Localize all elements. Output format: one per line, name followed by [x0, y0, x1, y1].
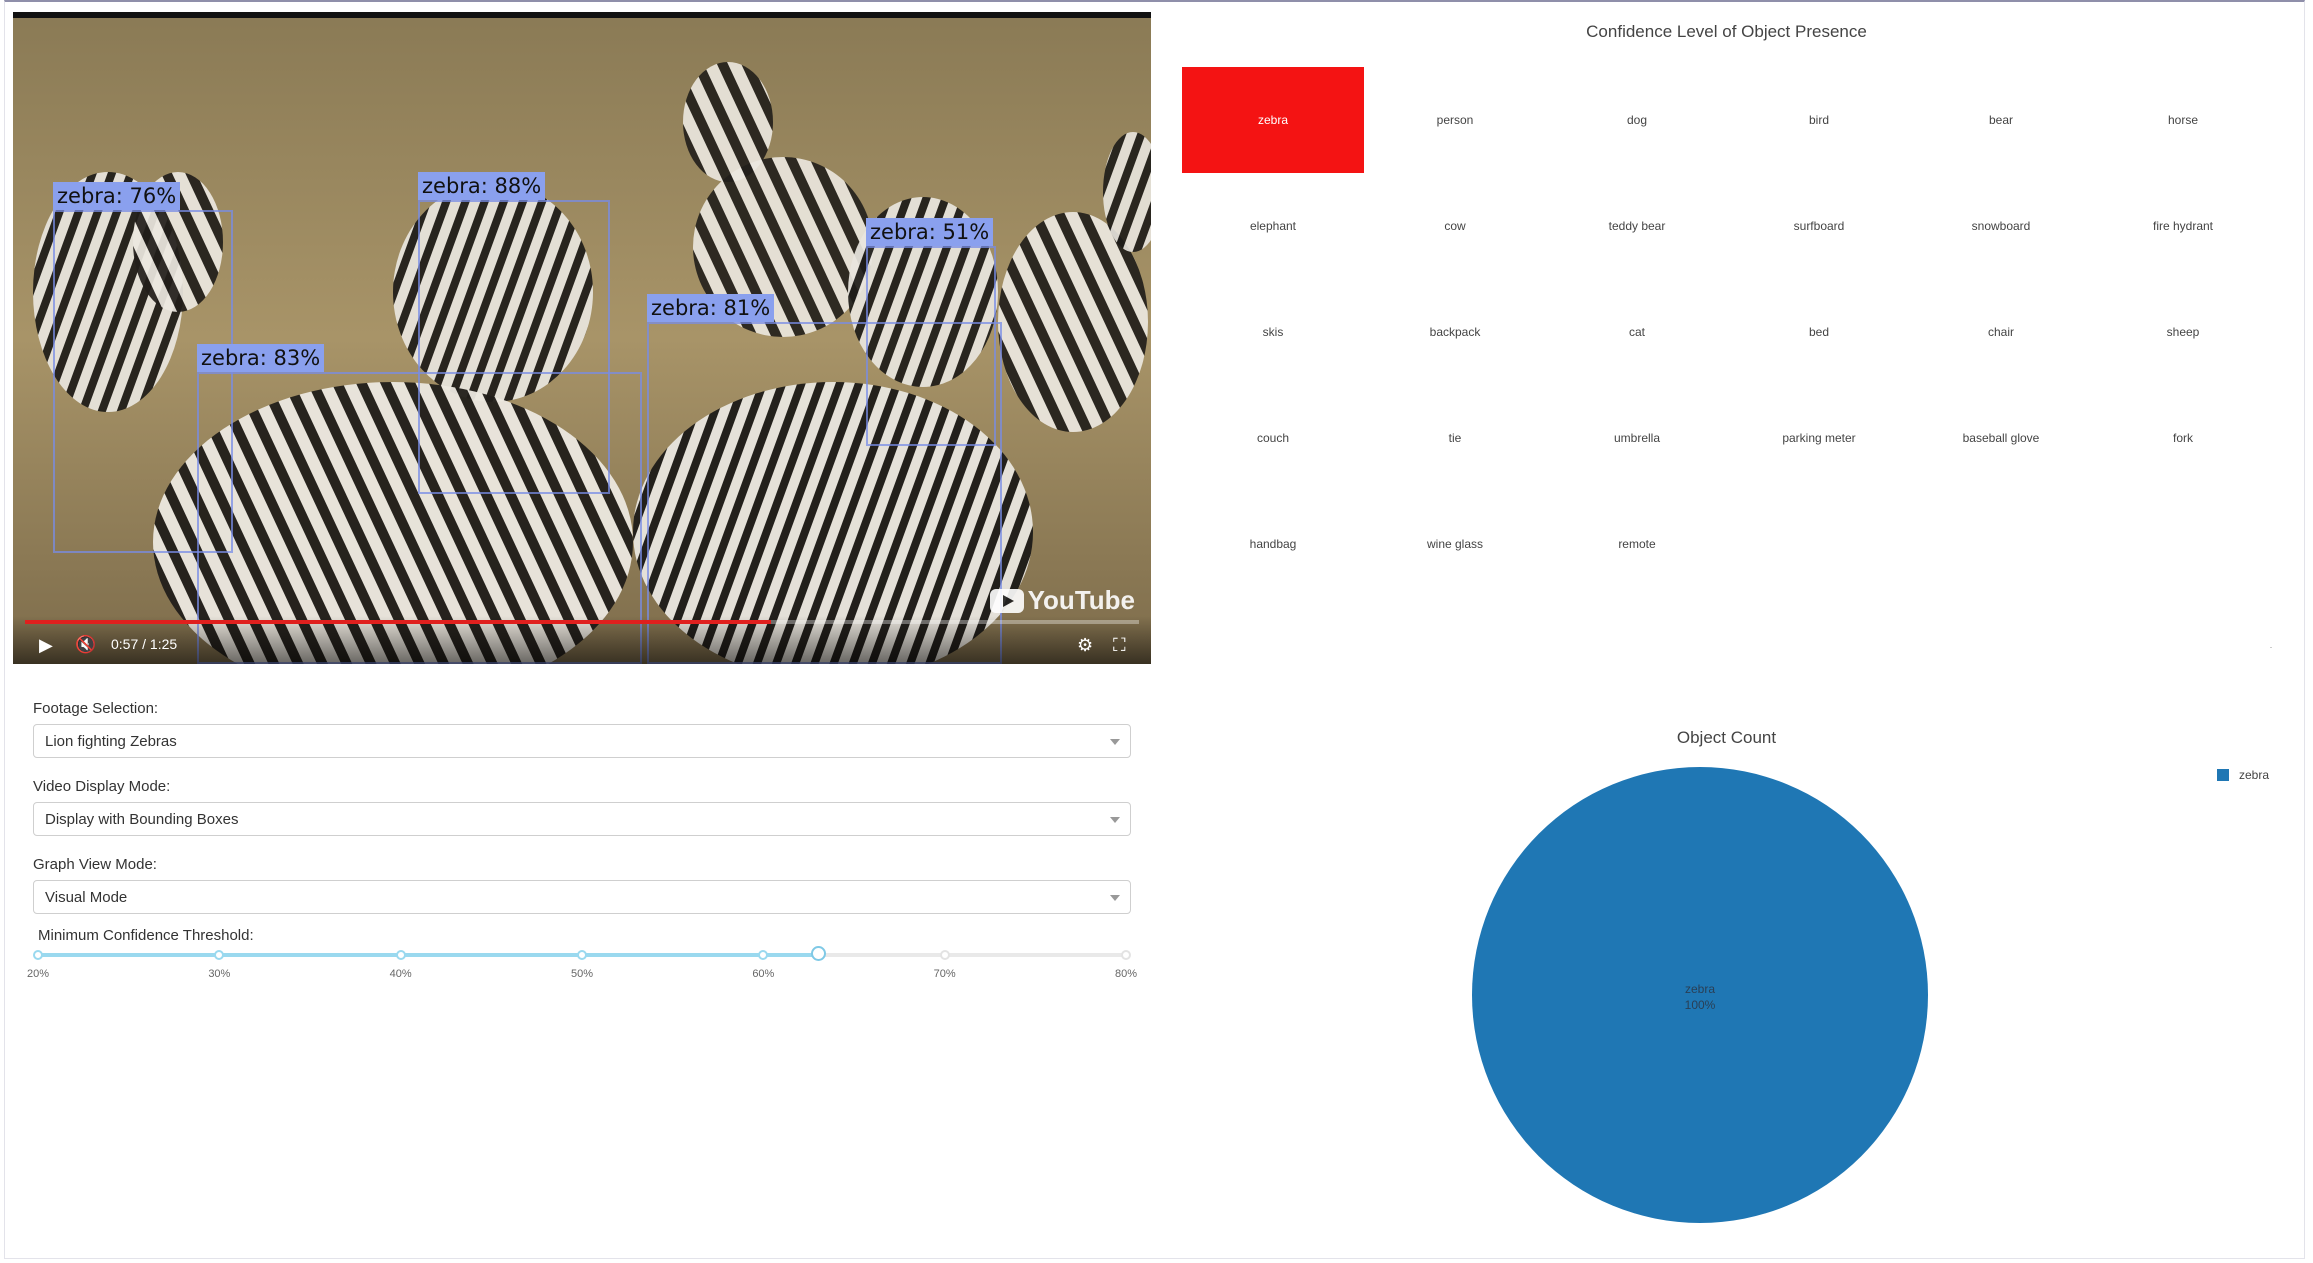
confidence-cell[interactable]: wine glass: [1364, 491, 1546, 597]
confidence-cell[interactable]: sheep: [2092, 279, 2274, 385]
slider-mark-label: 60%: [752, 968, 775, 980]
video-controls: ▶ 🔇 0:57 / 1:25 ⚙ ⛶: [13, 616, 1151, 664]
confidence-cell[interactable]: person: [1364, 67, 1546, 173]
detection-box: zebra: 81%: [647, 294, 1002, 664]
confidence-cell[interactable]: cow: [1364, 173, 1546, 279]
display-mode-select-value: Display with Bounding Boxes: [45, 811, 239, 828]
slider-track: [38, 953, 818, 957]
detection-label: zebra: 81%: [647, 294, 775, 322]
chevron-down-icon[interactable]: [1110, 817, 1120, 823]
footage-select[interactable]: Lion fighting Zebras: [33, 724, 1131, 758]
graph-mode-select[interactable]: Visual Mode: [33, 880, 1131, 914]
detection-label: zebra: 83%: [197, 344, 325, 372]
play-icon[interactable]: ▶: [39, 636, 53, 654]
confidence-cell[interactable]: teddy bear: [1546, 173, 1728, 279]
confidence-cell[interactable]: horse: [2092, 67, 2274, 173]
slider-mark-label: 70%: [933, 968, 956, 980]
slider-mark-dot[interactable]: [577, 950, 587, 960]
confidence-cell[interactable]: cat: [1546, 279, 1728, 385]
legend-swatch: [2217, 769, 2229, 781]
display-mode-label: Video Display Mode:: [33, 778, 171, 795]
pie-chart-title: Object Count: [1676, 728, 1777, 747]
footage-label: Footage Selection:: [33, 700, 159, 717]
confidence-cell[interactable]: snowboard: [1910, 173, 2092, 279]
graph-mode-select-value: Visual Mode: [45, 889, 128, 906]
slider-mark-label: 80%: [1114, 968, 1138, 980]
youtube-play-icon: [989, 588, 1024, 613]
control-form: Footage Selection: Lion fighting Zebras …: [33, 700, 1131, 934]
chevron-down-icon[interactable]: [1110, 895, 1120, 901]
confidence-cell[interactable]: skis: [1182, 279, 1364, 385]
confidence-cell[interactable]: surfboard: [1728, 173, 1910, 279]
confidence-cell[interactable]: elephant: [1182, 173, 1364, 279]
slider-mark-dot[interactable]: [1121, 950, 1131, 960]
video-player[interactable]: zebra: 76% zebra: 88% zebra: 51% zebra: …: [13, 12, 1151, 664]
slider-mark-label: 40%: [389, 968, 412, 980]
youtube-wordmark: YouTube: [1027, 585, 1135, 615]
pie-slice-label: zebra: [1685, 982, 1715, 996]
confidence-cell[interactable]: fork: [2092, 385, 2274, 491]
video-progress-bar[interactable]: [25, 620, 1139, 624]
slider-mark-dot[interactable]: [939, 950, 950, 960]
pie-slice-label: 100%: [1685, 998, 1716, 1012]
slider-mark-dot[interactable]: [214, 950, 225, 960]
graph-mode-label: Graph View Mode:: [33, 856, 157, 873]
detection-label: zebra: 76%: [53, 182, 181, 210]
detection-label: zebra: 51%: [866, 218, 994, 246]
confidence-cell[interactable]: bear: [1910, 67, 2092, 173]
confidence-cell[interactable]: umbrella: [1546, 385, 1728, 491]
fullscreen-icon[interactable]: ⛶: [1113, 636, 1126, 654]
slider-mark-dot[interactable]: [33, 950, 43, 960]
confidence-title: Confidence Level of Object Presence: [1586, 22, 1867, 41]
confidence-cell[interactable]: backpack: [1364, 279, 1546, 385]
confidence-cell[interactable]: chair: [1910, 279, 2092, 385]
slider-handle[interactable]: [810, 946, 826, 961]
video-progress-fill: [25, 620, 772, 624]
confidence-cell[interactable]: remote: [1546, 491, 1728, 597]
pie-legend[interactable]: zebra: [2217, 768, 2269, 782]
chevron-down-icon[interactable]: [1110, 739, 1120, 745]
settings-icon[interactable]: ⚙: [1077, 636, 1093, 654]
confidence-grid: zebra person dog bird bear horse elephant cow te…: [1182, 67, 2274, 597]
confidence-cell[interactable]: fire hydrant: [2092, 173, 2274, 279]
pie-chart[interactable]: zebra 100%: [1460, 755, 1940, 1235]
confidence-cell[interactable]: bed: [1728, 279, 1910, 385]
slider-mark-label: 30%: [208, 968, 231, 980]
threshold-slider[interactable]: 20% 30% 40% 50% 60% 70% 80%: [27, 946, 1137, 988]
slider-mark-dot[interactable]: [395, 950, 406, 960]
confidence-cell[interactable]: couch: [1182, 385, 1364, 491]
grid-marker: [2270, 647, 2272, 648]
slider-mark-label: 20%: [26, 968, 50, 980]
slider-mark-dot[interactable]: [758, 950, 769, 960]
youtube-logo[interactable]: YouTube: [989, 585, 1135, 616]
confidence-cell[interactable]: dog: [1546, 67, 1728, 173]
mute-icon[interactable]: 🔇: [75, 636, 96, 654]
display-mode-select[interactable]: Display with Bounding Boxes: [33, 802, 1131, 836]
confidence-cell[interactable]: baseball glove: [1910, 385, 2092, 491]
slider-mark-label: 50%: [570, 968, 594, 980]
footage-select-value: Lion fighting Zebras: [45, 733, 177, 750]
detection-label: zebra: 88%: [418, 172, 546, 200]
confidence-cell[interactable]: handbag: [1182, 491, 1364, 597]
confidence-cell[interactable]: parking meter: [1728, 385, 1910, 491]
confidence-cell[interactable]: bird: [1728, 67, 1910, 173]
video-time: 0:57 / 1:25: [111, 636, 178, 652]
legend-label: zebra: [2239, 768, 2270, 782]
threshold-label: Minimum Confidence Threshold:: [38, 927, 254, 944]
confidence-cell[interactable]: zebra: [1182, 67, 1364, 173]
confidence-cell[interactable]: tie: [1364, 385, 1546, 491]
